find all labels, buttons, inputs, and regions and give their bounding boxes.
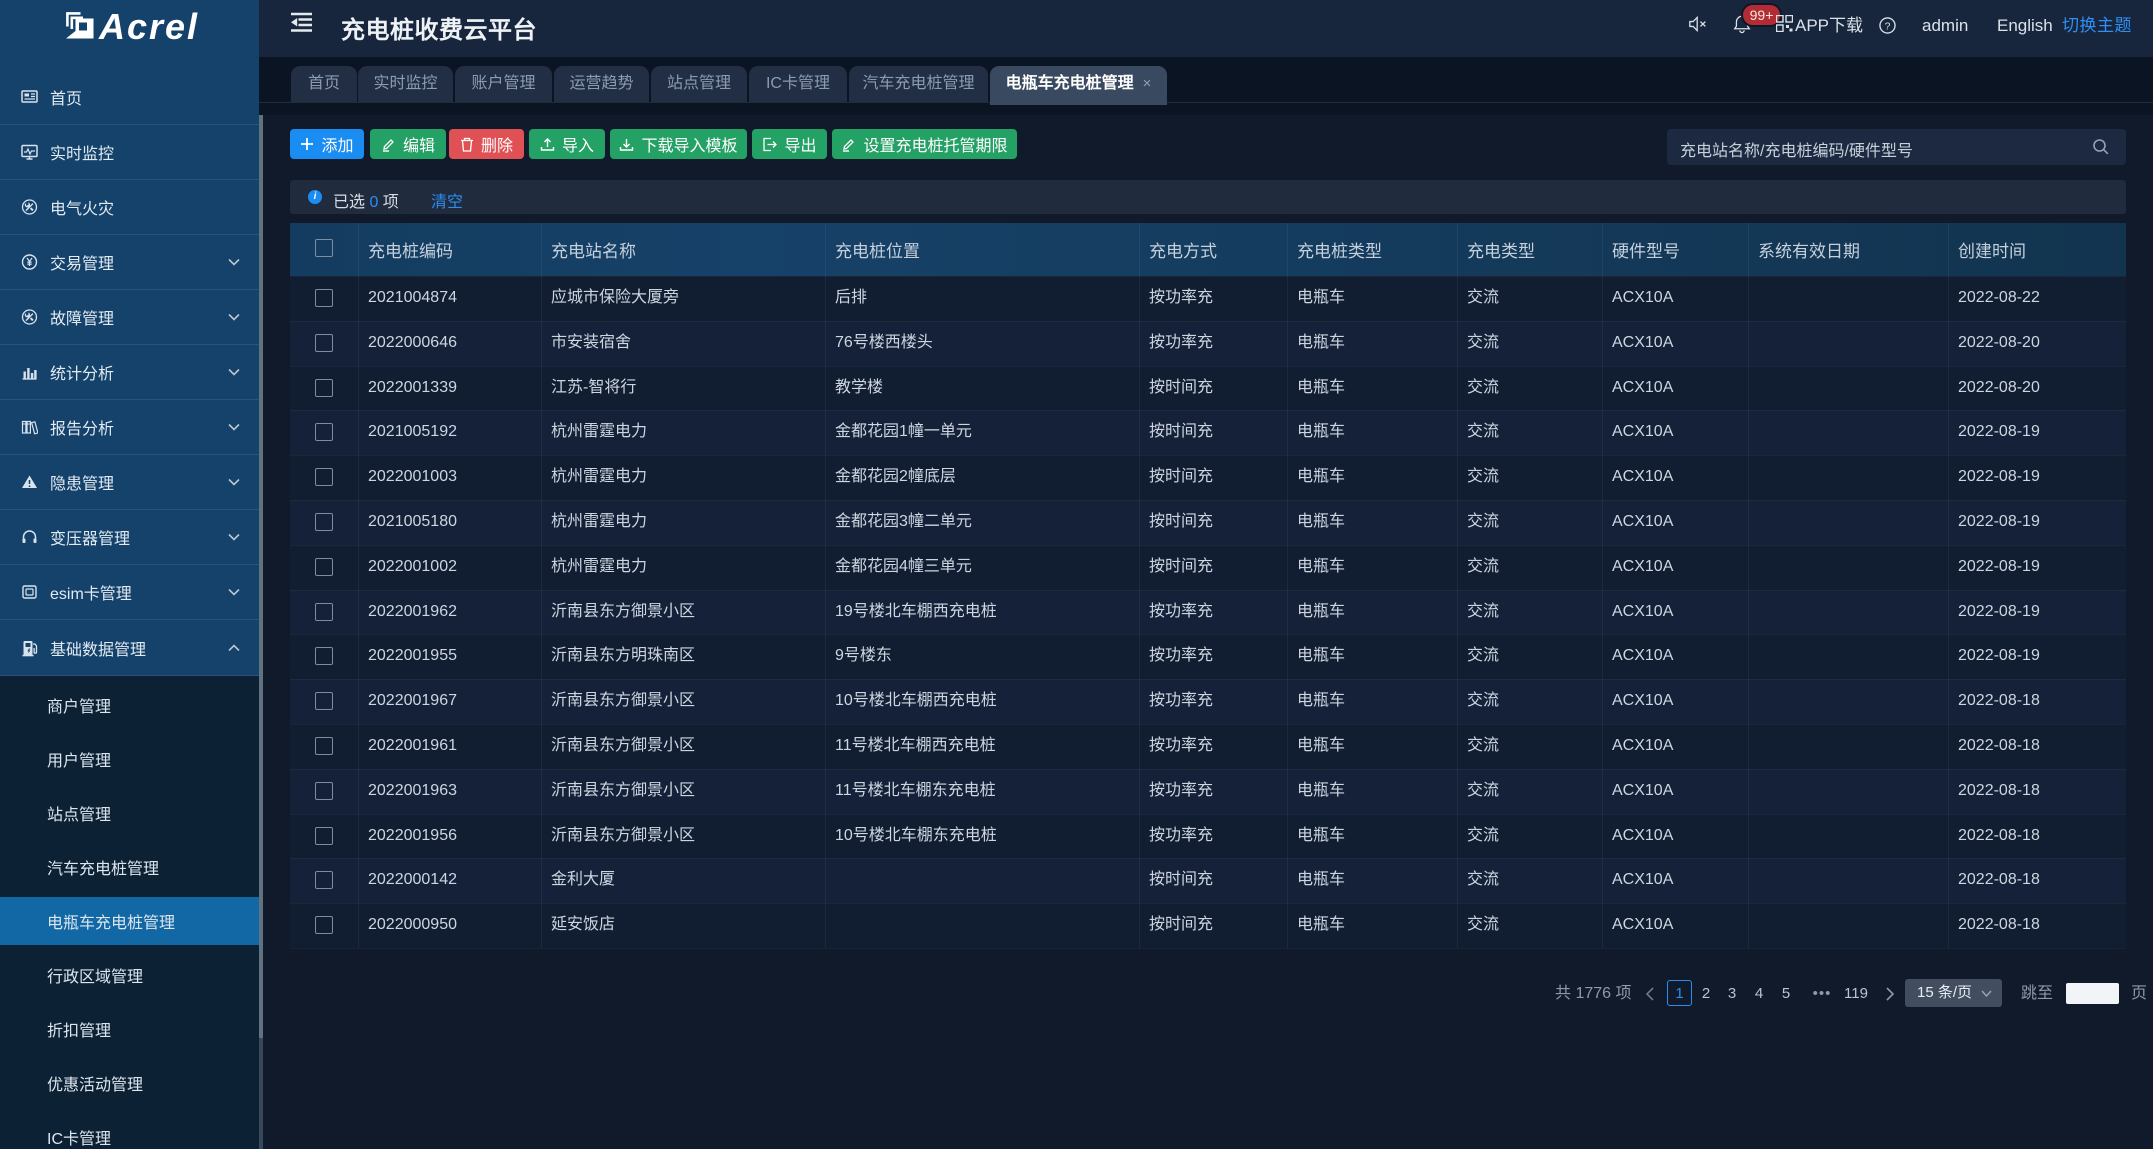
svg-text:?: ?: [1885, 21, 1891, 32]
